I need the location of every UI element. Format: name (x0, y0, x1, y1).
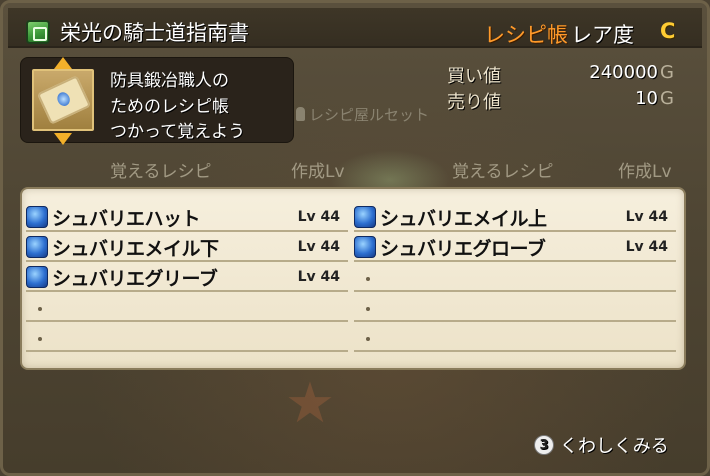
recipe-row-left-1[interactable]: シュバリエハット Lv 44 (26, 204, 348, 232)
item-description-line-2: ためのレシピ帳 (110, 97, 229, 117)
recipe-name: シュバリエメイル上 (380, 207, 547, 230)
rarity-label: レア度 (571, 23, 634, 47)
sell-price-label: 売り値 (447, 92, 501, 113)
details-button[interactable]: 3 くわしくみる (534, 432, 669, 458)
empty-row-right-3 (354, 266, 676, 292)
recipe-name: シュバリエメイル下 (52, 237, 219, 260)
recipe-level: Lv 44 (297, 269, 340, 285)
buy-price-unit: G (660, 62, 674, 83)
recipe-level: Lv 44 (625, 239, 668, 255)
item-title: 栄光の騎士道指南書 (60, 21, 249, 45)
npc-hint: レシピ屋ルセット (296, 104, 429, 125)
recipe-name: シュバリエハット (52, 207, 201, 230)
leg-armor-icon (26, 236, 48, 258)
empty-row-left-4 (26, 296, 348, 322)
body-armor-icon (354, 206, 376, 228)
hat-icon (26, 206, 48, 228)
arrow-down-icon[interactable] (54, 133, 72, 145)
recipe-row-left-3[interactable]: シュバリエグリーブ Lv 44 (26, 264, 348, 292)
recipe-row-right-1[interactable]: シュバリエメイル上 Lv 44 (354, 204, 676, 232)
category-label: レシピ帳 (484, 23, 568, 47)
details-label: くわしくみる (560, 436, 669, 457)
item-description-line-3: つかって覚えよう (110, 122, 246, 142)
item-description-line-1: 防具鍛冶職人の (110, 71, 229, 91)
boots-icon (26, 266, 48, 288)
sell-price-unit: G (660, 88, 674, 109)
buy-price-label: 買い値 (447, 66, 501, 87)
left-recipe-header: 覚えるレシピ (110, 162, 212, 182)
star-decoration-icon: ★ (284, 371, 336, 436)
rarity-value: C (660, 19, 676, 43)
empty-row-right-4 (354, 296, 676, 322)
right-level-header: 作成Lv (618, 162, 672, 182)
recipe-level: Lv 44 (297, 239, 340, 255)
recipe-level: Lv 44 (625, 209, 668, 225)
right-recipe-header: 覚えるレシピ (452, 162, 554, 182)
person-icon (296, 107, 305, 121)
scroll-icon (36, 75, 92, 125)
buy-price-value: 240000 (589, 62, 658, 83)
left-level-header: 作成Lv (291, 162, 345, 182)
recipe-name: シュバリエグローブ (380, 237, 546, 260)
item-portrait (32, 69, 94, 131)
recipe-row-left-2[interactable]: シュバリエメイル下 Lv 44 (26, 234, 348, 262)
gloves-icon (354, 236, 376, 258)
recipe-level: Lv 44 (297, 209, 340, 225)
arrow-up-icon[interactable] (54, 57, 72, 69)
recipe-row-right-2[interactable]: シュバリエグローブ Lv 44 (354, 234, 676, 262)
book-icon (26, 20, 50, 44)
sell-price-value: 10 (635, 88, 658, 109)
empty-row-right-5 (354, 326, 676, 352)
npc-hint-label: レシピ屋ルセット (309, 106, 430, 124)
button-3-icon: 3 (534, 435, 554, 455)
empty-row-left-5 (26, 326, 348, 352)
recipe-name: シュバリエグリーブ (52, 267, 218, 290)
